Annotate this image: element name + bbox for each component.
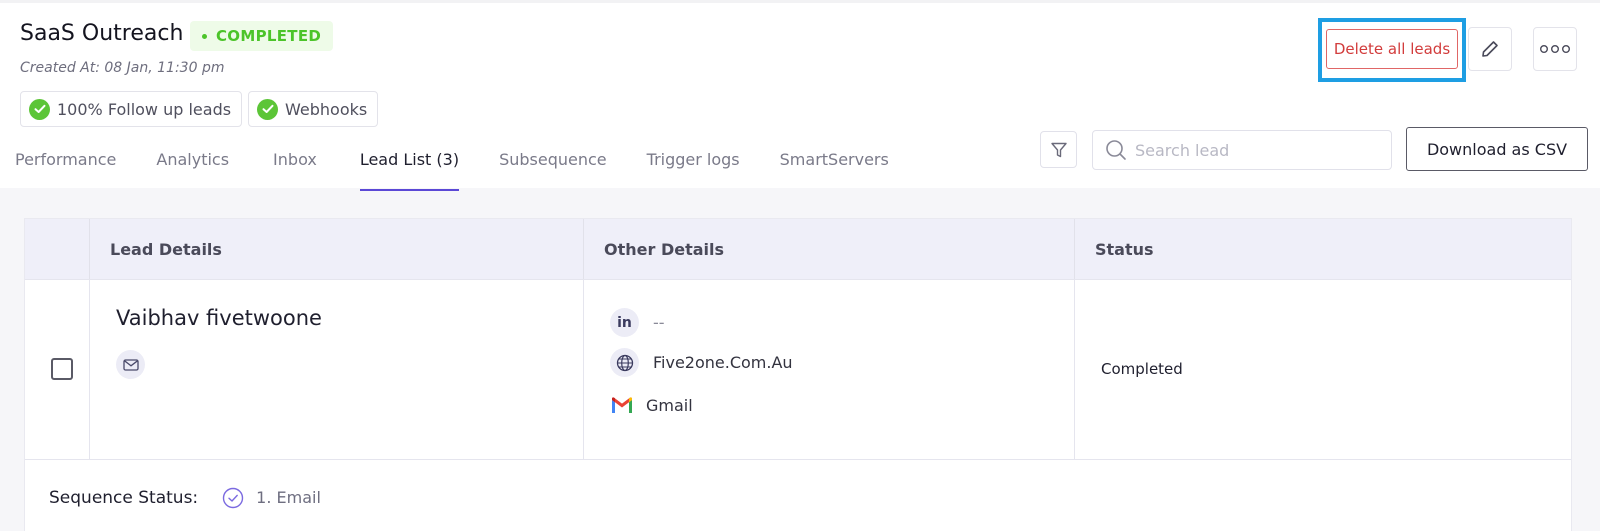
sequence-step-label: 1. Email [256, 488, 321, 507]
search-box[interactable] [1092, 130, 1392, 170]
status-badge-label: COMPLETED [216, 27, 322, 45]
table-row[interactable]: Vaibhav fivetwoone in -- Five2one.Com.Au [25, 279, 1571, 460]
delete-all-leads-button[interactable]: Delete all leads [1326, 29, 1458, 69]
website-line: Five2one.Com.Au [610, 348, 793, 377]
filter-icon [1050, 142, 1067, 157]
pencil-icon [1482, 41, 1498, 57]
more-options-button[interactable] [1533, 27, 1577, 71]
tab-subsequence[interactable]: Subsequence [499, 143, 607, 191]
tab-trigger-logs[interactable]: Trigger logs [647, 143, 740, 191]
search-icon [1106, 140, 1126, 160]
mail-icon[interactable] [116, 350, 145, 379]
gmail-icon [610, 393, 634, 417]
check-circle-icon [257, 98, 278, 120]
tab-performance[interactable]: Performance [15, 143, 116, 191]
download-csv-button[interactable]: Download as CSV [1406, 127, 1588, 171]
more-dots-icon [1540, 45, 1571, 53]
website-value[interactable]: Five2one.Com.Au [653, 353, 793, 372]
sequence-status-label: Sequence Status: [49, 487, 199, 508]
other-details-cell: in -- Five2one.Com.Au Gmail [584, 280, 1075, 460]
tab-smartservers[interactable]: SmartServers [780, 143, 889, 191]
globe-icon [610, 348, 639, 377]
select-cell [25, 280, 90, 460]
lead-details-cell: Vaibhav fivetwoone [90, 280, 584, 460]
linkedin-line: in -- [610, 308, 665, 337]
row-checkbox[interactable] [51, 358, 73, 380]
status-dot-icon [202, 33, 207, 39]
step-check-icon [222, 487, 244, 508]
header-status: Status [1095, 239, 1154, 259]
campaign-header: SaaS Outreach COMPLETED Created At: 08 J… [0, 0, 1600, 191]
lead-name[interactable]: Vaibhav fivetwoone [116, 306, 322, 330]
table-header: Lead Details Other Details Status [25, 219, 1571, 279]
follow-up-leads-chip[interactable]: 100% Follow up leads [20, 91, 243, 127]
chip-label: Webhooks [285, 99, 368, 119]
webhooks-chip[interactable]: Webhooks [248, 91, 379, 127]
lead-status: Completed [1101, 360, 1183, 378]
status-badge: COMPLETED [190, 21, 334, 51]
chip-label: 100% Follow up leads [57, 99, 232, 119]
check-circle-icon [29, 98, 50, 120]
sequence-status-row: Sequence Status: 1. Email [25, 459, 1571, 531]
created-at: Created At: 08 Jan, 11:30 pm [20, 60, 225, 76]
status-cell: Completed [1075, 280, 1571, 460]
filter-button[interactable] [1040, 131, 1077, 168]
email-provider-line: Gmail [610, 393, 693, 417]
header-lead-details: Lead Details [90, 219, 584, 279]
tab-inbox[interactable]: Inbox [273, 143, 317, 191]
linkedin-value: -- [653, 313, 665, 332]
campaign-tabs: Performance Analytics Inbox Lead List (3… [15, 143, 889, 191]
email-provider-value: Gmail [646, 395, 693, 415]
linkedin-icon[interactable]: in [610, 308, 639, 337]
header-select [25, 219, 90, 279]
tab-lead-list[interactable]: Lead List (3) [359, 143, 460, 191]
lead-table: Lead Details Other Details Status Vaibha… [24, 218, 1572, 531]
campaign-title: SaaS Outreach [20, 21, 184, 46]
sequence-step[interactable]: 1. Email [222, 487, 321, 509]
edit-button[interactable] [1468, 27, 1512, 71]
header-other-details: Other Details [584, 219, 1075, 279]
search-input[interactable] [1135, 140, 1375, 160]
tab-analytics[interactable]: Analytics [156, 143, 229, 191]
